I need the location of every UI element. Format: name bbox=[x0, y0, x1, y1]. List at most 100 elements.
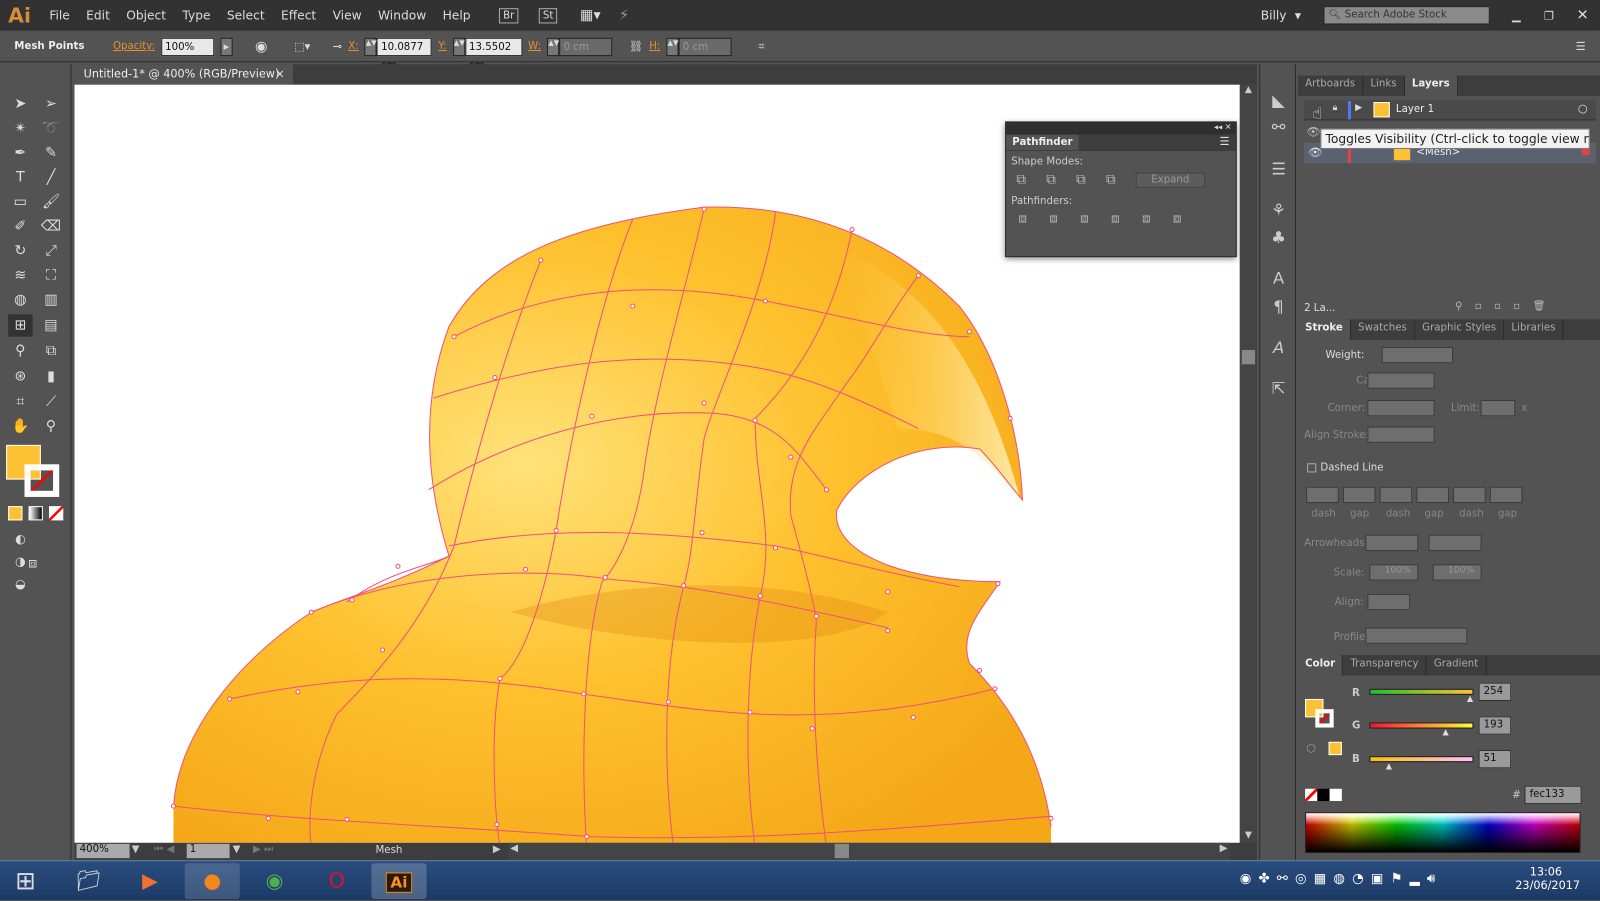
tab-color[interactable]: Color bbox=[1297, 655, 1344, 676]
menu-object[interactable]: Object bbox=[118, 8, 174, 22]
menu-type[interactable]: Type bbox=[174, 8, 218, 22]
b-value-field[interactable]: 51 bbox=[1478, 749, 1512, 769]
b-slider-thumb[interactable]: ▲ bbox=[1386, 761, 1392, 770]
artboard-dropdown-icon[interactable]: ▼ bbox=[233, 844, 241, 855]
vertical-scrollbar[interactable]: ▲ ▼ bbox=[1239, 84, 1258, 843]
color-mode-button[interactable] bbox=[8, 506, 23, 521]
transform-icon[interactable]: ⌗ bbox=[758, 39, 764, 53]
graph-tool-icon[interactable]: ▮ bbox=[39, 365, 63, 387]
target-icon[interactable]: ○ bbox=[1578, 102, 1588, 115]
width-tool-icon[interactable]: ≋ bbox=[8, 264, 32, 286]
pen-tool-icon[interactable]: ✒ bbox=[8, 142, 32, 164]
layer-name[interactable]: Layer 1 bbox=[1396, 104, 1434, 115]
paragraph-styles-icon[interactable]: ¶ bbox=[1268, 297, 1288, 317]
character-styles-icon[interactable]: A bbox=[1268, 268, 1288, 288]
tab-stroke[interactable]: Stroke bbox=[1297, 319, 1351, 340]
document-tab[interactable]: Untitled-1* @ 400% (RGB/Preview) × bbox=[73, 64, 293, 85]
tab-libraries[interactable]: Libraries bbox=[1504, 319, 1564, 340]
layer-row-layer1[interactable]: 🔒︎ ▶ Layer 1 ○ bbox=[1304, 99, 1596, 121]
horizontal-scrollbar[interactable]: ◀ ▶ bbox=[508, 842, 1230, 861]
gradient-panel-icon[interactable]: ◣ bbox=[1268, 91, 1288, 111]
x-field[interactable]: 10.0877 cm bbox=[377, 37, 433, 71]
first-artboard-icon[interactable]: ⏮ ◀ bbox=[154, 844, 174, 855]
minus-front-icon[interactable]: ⧉ bbox=[1046, 172, 1055, 187]
user-menu[interactable]: Billy bbox=[1261, 8, 1287, 22]
layers-footer-icons[interactable]: ⚲▫▫▫🗑︎ bbox=[1455, 301, 1557, 312]
g-slider-thumb[interactable]: ▲ bbox=[1443, 728, 1449, 737]
direct-selection-tool-icon[interactable]: ➢ bbox=[39, 93, 63, 115]
tab-graphic-styles[interactable]: Graphic Styles bbox=[1415, 319, 1505, 340]
white-swatch[interactable] bbox=[1329, 788, 1342, 802]
type-tool-icon[interactable]: T bbox=[8, 166, 32, 188]
next-artboard-icon[interactable]: ▶ ⏭ bbox=[253, 844, 273, 855]
free-transform-tool-icon[interactable]: ⛶ bbox=[39, 264, 63, 286]
artboard-number-field[interactable]: 1 bbox=[186, 843, 230, 859]
symbols-panel-icon[interactable]: ♣ bbox=[1268, 228, 1288, 248]
r-slider[interactable] bbox=[1369, 688, 1474, 695]
r-value-field[interactable]: 254 bbox=[1478, 682, 1512, 702]
zoom-level-field[interactable]: 400% bbox=[76, 843, 130, 859]
workspace-icon[interactable]: ▦▾ bbox=[580, 7, 601, 23]
color-stroke-swatch[interactable] bbox=[1315, 709, 1334, 728]
crop-icon[interactable]: ⧈ bbox=[1111, 211, 1119, 226]
color-spectrum[interactable] bbox=[1305, 812, 1581, 854]
dashed-line-checkbox-label[interactable]: Dashed Line bbox=[1320, 462, 1383, 473]
stroke-swatch[interactable] bbox=[24, 464, 60, 497]
divide-icon[interactable]: ⧈ bbox=[1018, 211, 1026, 226]
menu-window[interactable]: Window bbox=[370, 8, 435, 22]
tab-layers[interactable]: Layers bbox=[1404, 75, 1458, 96]
menu-edit[interactable]: Edit bbox=[78, 8, 118, 22]
pathfinder-tab[interactable]: Pathfinder bbox=[1006, 134, 1079, 150]
glyphs-panel-icon[interactable]: A bbox=[1268, 338, 1288, 358]
dashed-line-checkbox[interactable] bbox=[1307, 463, 1317, 473]
lock-icon[interactable]: 🔒︎ bbox=[1333, 103, 1338, 113]
exclude-icon[interactable]: ⧉ bbox=[1106, 172, 1115, 187]
visibility-eye-icon-2[interactable]: 👁︎ bbox=[1306, 126, 1320, 139]
align-panel-icon[interactable]: ☰ bbox=[1268, 159, 1288, 179]
g-value-field[interactable]: 193 bbox=[1478, 716, 1512, 735]
expand-button[interactable]: Expand bbox=[1135, 172, 1205, 188]
tab-artboards[interactable]: Artboards bbox=[1298, 75, 1364, 96]
perspective-grid-tool-icon[interactable]: ▥ bbox=[39, 289, 63, 311]
g-slider[interactable] bbox=[1369, 722, 1474, 729]
tab-links[interactable]: Links bbox=[1363, 75, 1405, 96]
artboard-tool-icon[interactable]: ⌗ bbox=[8, 391, 32, 413]
none-mode-button[interactable] bbox=[48, 506, 64, 521]
y-spinner[interactable]: ▲▼ bbox=[452, 37, 465, 56]
recolor-icon[interactable]: ◉ bbox=[255, 38, 267, 54]
menu-effect[interactable]: Effect bbox=[273, 8, 325, 22]
merge-icon[interactable]: ⧈ bbox=[1080, 211, 1088, 226]
gpu-icon[interactable]: ⚡ bbox=[619, 7, 629, 23]
bridge-button[interactable]: Br bbox=[499, 7, 519, 23]
close-button[interactable]: ✕ bbox=[1565, 7, 1600, 23]
menu-select[interactable]: Select bbox=[219, 8, 273, 22]
gamut-swatch[interactable] bbox=[1328, 741, 1342, 756]
taskbar-firefox-icon[interactable]: ● bbox=[184, 863, 240, 899]
stock-button[interactable]: St bbox=[538, 7, 558, 23]
opacity-arrow[interactable]: ▶ bbox=[220, 37, 233, 56]
shape-builder-tool-icon[interactable]: ◍ bbox=[8, 289, 32, 311]
shaper-tool-icon[interactable]: ✐ bbox=[8, 215, 32, 237]
black-swatch[interactable] bbox=[1317, 788, 1330, 802]
minus-back-icon[interactable]: ⧈ bbox=[1173, 211, 1181, 226]
out-of-gamut-icon[interactable]: ⬡ bbox=[1306, 742, 1316, 755]
expand-layer-icon[interactable]: ▶ bbox=[1355, 103, 1362, 113]
line-tool-icon[interactable]: ╱ bbox=[39, 166, 63, 188]
rectangle-tool-icon[interactable]: ▭ bbox=[8, 191, 32, 213]
zoom-dropdown-icon[interactable]: ▼ bbox=[132, 844, 140, 855]
hand-tool-icon[interactable]: ✋ bbox=[8, 415, 32, 437]
menu-file[interactable]: File bbox=[41, 8, 78, 22]
none-swatch[interactable] bbox=[1305, 788, 1318, 802]
r-slider-thumb[interactable]: ▲ bbox=[1467, 694, 1473, 703]
links-panel-icon[interactable]: ⚯ bbox=[1268, 117, 1288, 137]
mesh-tool-icon[interactable]: ⊞ bbox=[8, 314, 33, 337]
opacity-field[interactable]: 100% bbox=[161, 37, 215, 56]
blend-tool-icon[interactable]: ⧉ bbox=[39, 340, 63, 362]
scale-tool-icon[interactable]: ⤢ bbox=[39, 240, 63, 262]
outline-icon[interactable]: ⧈ bbox=[1142, 211, 1150, 226]
taskbar-chrome-icon[interactable]: ◉ bbox=[247, 863, 302, 899]
current-tool-status[interactable]: Mesh bbox=[376, 845, 403, 856]
taskbar-media-player-icon[interactable]: ▶ bbox=[122, 863, 177, 899]
clock[interactable]: 13:06 23/06/2017 bbox=[1515, 865, 1580, 892]
constrain-link-icon[interactable]: ⛓ bbox=[629, 40, 643, 53]
